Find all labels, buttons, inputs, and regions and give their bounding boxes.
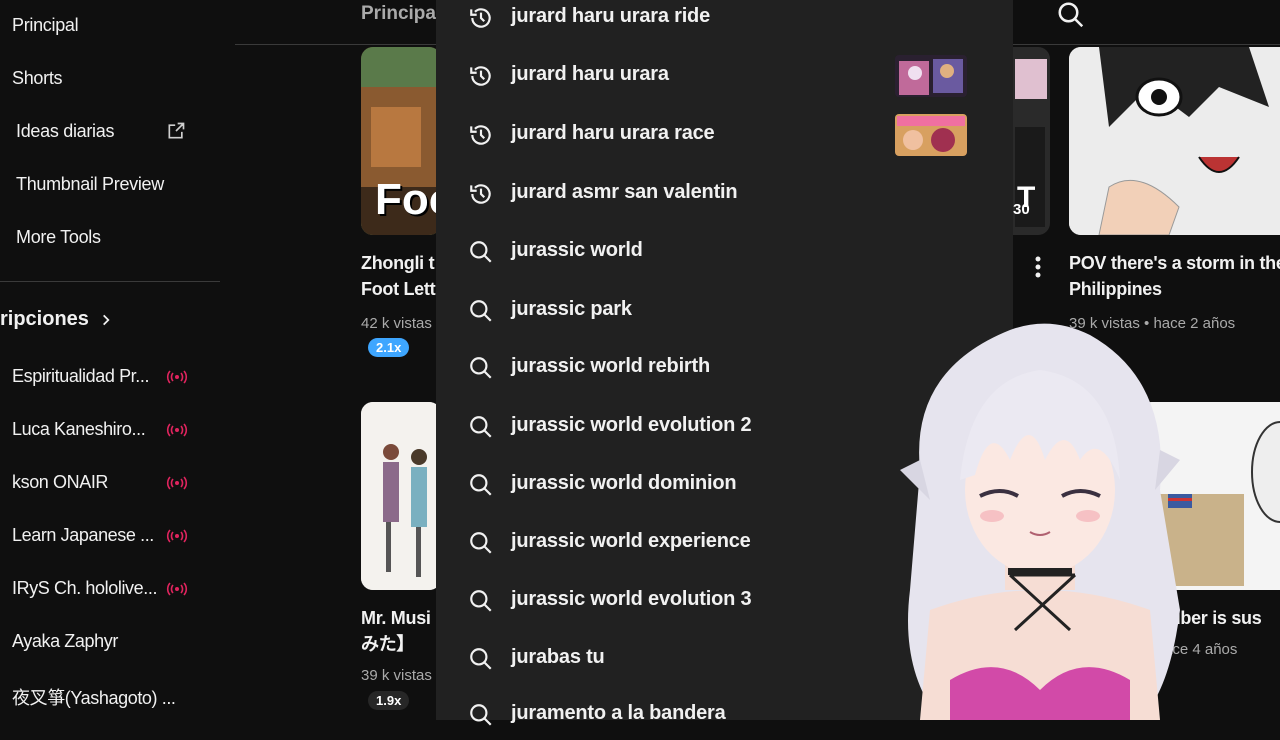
subscription-item[interactable]: Luca Kaneshiro... xyxy=(12,419,146,440)
suggestion-item[interactable]: jurard asmr san valentin xyxy=(436,169,1013,219)
sidebar-item-more-tools[interactable]: More Tools xyxy=(16,217,101,257)
suggestion-item[interactable]: jurassic world xyxy=(436,227,1013,277)
suggestion-text: jurassic world evolution 2 xyxy=(511,414,752,436)
sidebar-item-ideas-diarias[interactable]: Ideas diarias xyxy=(16,111,196,151)
suggestion-item[interactable]: jurard haru urara ride xyxy=(436,0,1013,43)
thumbnail-image xyxy=(1069,47,1280,235)
history-icon xyxy=(470,66,491,86)
search-icon xyxy=(470,532,492,554)
sidebar-item-shorts[interactable]: Shorts xyxy=(12,58,63,98)
search-icon xyxy=(470,474,492,496)
video-thumbnail[interactable] xyxy=(1069,47,1280,235)
search-icon xyxy=(470,416,492,438)
suggestion-item[interactable]: jurard haru urara race xyxy=(436,110,1013,160)
sidebar-item-thumbnail-preview[interactable]: Thumbnail Preview xyxy=(16,164,164,204)
suggestion-text: jurassic park xyxy=(511,298,632,320)
live-icon xyxy=(166,476,188,490)
speed-badge: 2.1x xyxy=(368,338,410,357)
suggestion-item[interactable]: jurard haru urara xyxy=(436,51,1013,101)
video-title[interactable]: POV there's a storm in the xyxy=(1069,250,1280,276)
subscription-item[interactable]: 夜叉箏(Yashagoto) ... xyxy=(12,684,176,710)
live-icon xyxy=(166,582,188,596)
subscription-item[interactable]: kson ONAIR xyxy=(12,472,108,493)
history-icon xyxy=(470,125,491,145)
subscriptions-title-label: ripciones xyxy=(0,308,89,330)
video-title-line2[interactable]: Philippines xyxy=(1069,276,1162,302)
search-icon xyxy=(470,590,492,612)
suggestion-text: jurassic world xyxy=(511,239,643,261)
search-icon xyxy=(470,704,492,726)
suggestion-text: jurard asmr san valentin xyxy=(511,181,738,203)
more-options-icon[interactable] xyxy=(1030,254,1046,280)
sidebar-item-label: Shorts xyxy=(12,67,63,88)
subscription-item[interactable]: Learn Japanese ... xyxy=(12,525,154,546)
subscription-item[interactable]: Espiritualidad Pr... xyxy=(12,366,149,387)
suggestion-text: jurassic world evolution 3 xyxy=(511,588,752,610)
video-title[interactable]: Mr. Musi xyxy=(361,605,431,631)
video-title-line2[interactable]: Foot Lett xyxy=(361,276,436,302)
video-thumbnail[interactable]: Foo xyxy=(361,47,441,235)
live-icon xyxy=(166,370,188,384)
search-icon xyxy=(470,648,492,670)
video-thumbnail-partial[interactable]: T 30 xyxy=(1013,47,1050,235)
search-icon[interactable] xyxy=(1056,0,1086,30)
suggestion-text: jurabas tu xyxy=(511,646,605,668)
suggestion-thumbnail xyxy=(895,114,967,156)
tab-principal[interactable]: Principa xyxy=(361,3,436,25)
sidebar: Principal Shorts Ideas diarias Thumbnail… xyxy=(0,0,222,720)
suggestion-text: juramento a la bandera xyxy=(511,702,726,724)
search-icon xyxy=(470,241,492,263)
video-meta: 39 k vistas xyxy=(361,667,432,684)
suggestion-text: jurard haru urara ride xyxy=(511,5,710,27)
live-icon xyxy=(166,423,188,437)
subscriptions-title[interactable]: ripciones xyxy=(0,308,113,331)
chevron-right-icon xyxy=(102,314,110,325)
video-thumbnail[interactable] xyxy=(361,402,441,590)
sidebar-item-label: More Tools xyxy=(16,226,101,247)
external-link-icon xyxy=(168,122,185,139)
speed-badge: 1.9x xyxy=(368,691,410,710)
suggestion-text: jurassic world dominion xyxy=(511,472,737,494)
sidebar-item-label: Thumbnail Preview xyxy=(16,173,164,194)
live-icon xyxy=(166,529,188,543)
suggestion-text: jurard haru urara race xyxy=(511,122,715,144)
divider xyxy=(0,281,220,282)
history-icon xyxy=(470,8,491,28)
suggestion-text: jurard haru urara xyxy=(511,63,669,85)
subscription-item[interactable]: IRyS Ch. hololive... xyxy=(12,578,157,599)
vtuber-avatar-overlay xyxy=(900,323,1180,720)
video-title[interactable]: Zhongli t xyxy=(361,250,435,276)
sidebar-item-principal[interactable]: Principal xyxy=(12,5,79,45)
video-title-line2[interactable]: みた】 xyxy=(361,631,414,657)
sidebar-item-label: Principal xyxy=(12,14,79,35)
suggestion-thumbnail xyxy=(895,55,967,97)
thumbnail-image xyxy=(361,402,441,590)
sidebar-item-label: Ideas diarias xyxy=(16,120,115,141)
search-icon xyxy=(470,300,492,322)
subscription-item[interactable]: Ayaka Zaphyr xyxy=(12,631,118,652)
search-icon xyxy=(470,357,492,379)
video-meta: 42 k vistas xyxy=(361,315,432,332)
thumbnail-text: Foo xyxy=(375,175,441,224)
suggestion-text: jurassic world experience xyxy=(511,530,751,552)
history-icon xyxy=(470,184,491,204)
suggestion-text: jurassic world rebirth xyxy=(511,355,710,377)
duration-badge: 30 xyxy=(1013,201,1030,218)
